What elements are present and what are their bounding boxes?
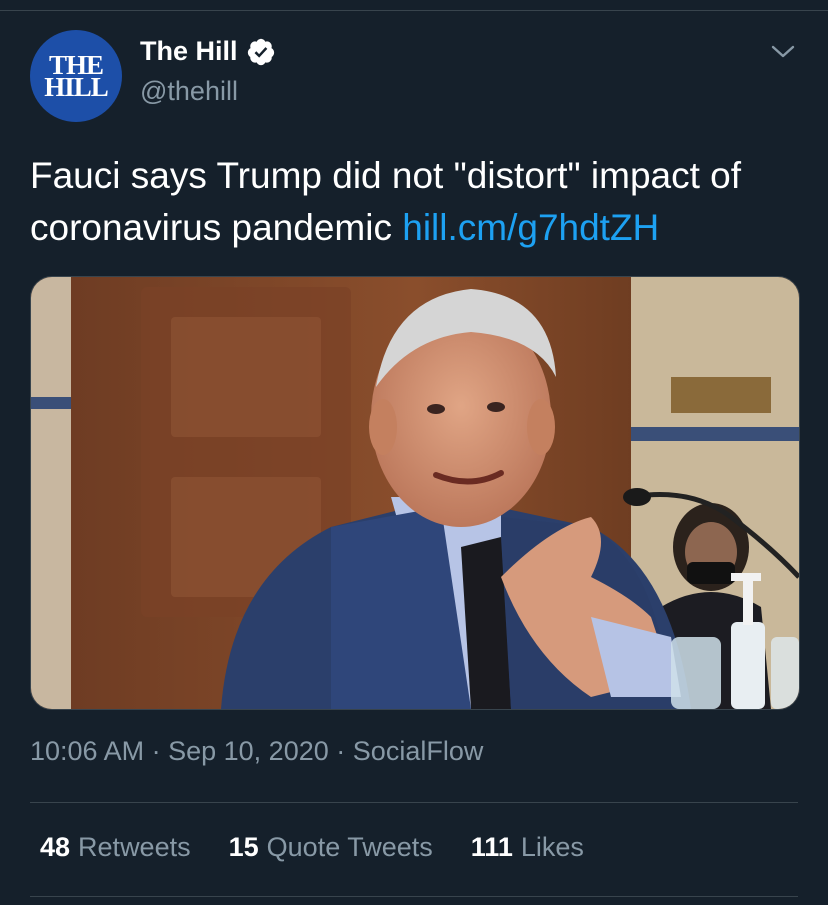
- tweet-time[interactable]: 10:06 AM: [30, 736, 144, 766]
- meta-separator: ·: [151, 736, 161, 766]
- retweets-label: Retweets: [78, 832, 191, 862]
- quote-tweets-stat[interactable]: 15 Quote Tweets: [229, 832, 433, 863]
- retweets-stat[interactable]: 48 Retweets: [40, 832, 191, 863]
- account-handle[interactable]: @thehill: [140, 76, 238, 107]
- tweet-stats: 48 Retweets 15 Quote Tweets 111 Likes: [40, 832, 584, 863]
- avatar[interactable]: THE HILL: [30, 30, 122, 122]
- tweet-date[interactable]: Sep 10, 2020: [168, 736, 329, 766]
- top-divider: [0, 10, 828, 11]
- account-name[interactable]: The Hill: [140, 36, 238, 67]
- tweet-text: Fauci says Trump did not "distort" impac…: [30, 150, 810, 254]
- account-name-row[interactable]: The Hill: [140, 36, 276, 67]
- avatar-text-line2: HILL: [44, 72, 109, 102]
- tweet-source[interactable]: SocialFlow: [353, 736, 484, 766]
- likes-label: Likes: [520, 832, 584, 862]
- chevron-down-icon[interactable]: [770, 42, 796, 62]
- retweets-count: 48: [40, 832, 71, 862]
- verified-badge-icon: [247, 38, 274, 65]
- photo-illustration: [31, 277, 799, 709]
- stats-bottom-divider: [30, 896, 798, 897]
- quote-tweets-count: 15: [228, 832, 259, 862]
- tweet-link[interactable]: hill.cm/g7hdtZH: [402, 207, 659, 248]
- likes-count: 111: [470, 832, 513, 862]
- likes-stat[interactable]: 111 Likes: [471, 832, 584, 863]
- tweet-meta: 10:06 AM · Sep 10, 2020 · SocialFlow: [30, 736, 483, 767]
- stats-top-divider: [30, 802, 798, 803]
- meta-separator-2: ·: [336, 736, 346, 766]
- quote-tweets-label: Quote Tweets: [266, 832, 433, 862]
- tweet-photo[interactable]: [30, 276, 800, 710]
